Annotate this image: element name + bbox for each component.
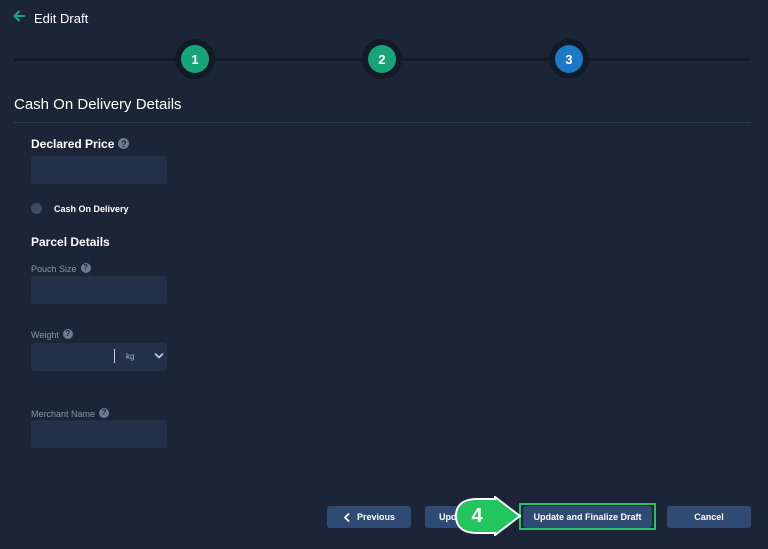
chevron-down-icon[interactable] — [154, 352, 164, 360]
pouch-size-input[interactable] — [31, 276, 167, 304]
step-2[interactable]: 2 — [368, 45, 396, 73]
arrow-left-icon[interactable] — [12, 9, 26, 23]
pouch-size-label-row: Pouch Size? — [31, 259, 91, 277]
merchant-name-label: Merchant Name — [31, 409, 96, 419]
help-icon[interactable]: ? — [99, 407, 110, 418]
page-title: Edit Draft — [34, 11, 89, 26]
previous-label: Previous — [356, 512, 396, 522]
step-3[interactable]: 3 — [555, 45, 583, 73]
update-and-finalize-button[interactable]: Update and Finalize Draft — [523, 506, 652, 528]
pouch-size-label: Pouch Size — [31, 264, 77, 274]
chevron-left-icon — [344, 512, 350, 522]
callout-number: 4 — [471, 504, 483, 527]
weight-label: Weight — [31, 330, 59, 340]
help-icon[interactable]: ? — [80, 262, 91, 273]
weight-label-row: Weight? — [31, 325, 73, 343]
update-and-finalize-label: Update and Finalize Draft — [533, 512, 642, 522]
weight-unit-select[interactable]: kg — [126, 352, 134, 361]
declared-price-input[interactable] — [31, 156, 167, 184]
declared-price-label-row: Declared Price? — [31, 135, 130, 153]
help-icon[interactable]: ? — [118, 138, 130, 150]
help-icon[interactable]: ? — [62, 328, 73, 339]
cancel-label: Cancel — [694, 512, 724, 522]
section-divider — [14, 122, 751, 123]
merchant-name-input[interactable] — [31, 420, 167, 448]
section-title: Cash On Delivery Details — [14, 96, 182, 113]
cash-on-delivery-radio[interactable] — [31, 203, 42, 214]
text-cursor — [114, 349, 115, 363]
cancel-button[interactable]: Cancel — [667, 506, 751, 528]
declared-price-label: Declared Price — [31, 137, 115, 151]
weight-input[interactable] — [31, 343, 167, 371]
step-1[interactable]: 1 — [181, 45, 209, 73]
previous-button[interactable]: Previous — [327, 506, 411, 528]
parcel-details-title: Parcel Details — [31, 235, 110, 249]
cash-on-delivery-label: Cash On Delivery — [54, 204, 129, 214]
